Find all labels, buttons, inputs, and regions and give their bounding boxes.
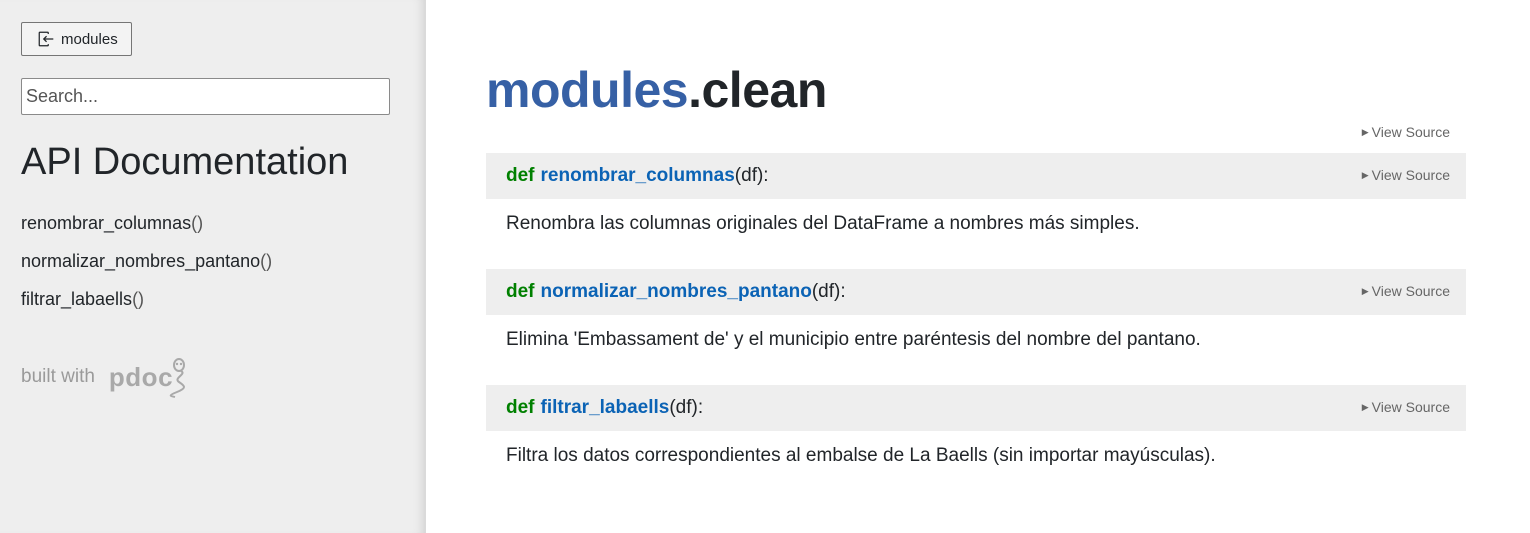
built-with-text: built with — [21, 366, 95, 387]
built-with-pdoc-link[interactable]: built with pdoc — [21, 356, 191, 398]
function-docstring: Filtra los datos correspondientes al emb… — [506, 445, 1216, 466]
caret-right-icon: ▶ — [1361, 285, 1369, 296]
pdoc-logo-text: pdoc — [108, 361, 174, 392]
function-docstring: Elimina 'Embassament de' y el municipio … — [506, 329, 1201, 350]
function-signature: def normalizar_nombres_pantano (df): ▶ V… — [486, 269, 1466, 315]
page-title: modules.clean — [486, 58, 827, 122]
sidebar: modules API Documentation renombrar_colu… — [0, 0, 426, 533]
nav-item-parens: () — [260, 251, 273, 271]
function-args: (df): — [669, 397, 704, 418]
function-docstring: Renombra las columnas originales del Dat… — [506, 213, 1140, 234]
function-signature: def filtrar_labaells (df): ▶ View Source — [486, 385, 1466, 431]
module-prefix[interactable]: modules — [486, 62, 689, 118]
view-source-label: View Source — [1371, 167, 1450, 183]
function-renombrar-columnas: def renombrar_columnas (df): ▶ View Sour… — [486, 153, 1466, 235]
function-name[interactable]: normalizar_nombres_pantano — [541, 281, 812, 303]
nav-item-renombrar-columnas[interactable]: renombrar_columnas() — [21, 210, 272, 248]
function-name[interactable]: renombrar_columnas — [541, 165, 735, 187]
view-source-label: View Source — [1371, 283, 1450, 299]
module-name: clean — [701, 62, 828, 118]
caret-right-icon: ▶ — [1361, 401, 1369, 412]
pdoc-snake-icon — [169, 358, 186, 398]
def-keyword: def — [506, 397, 535, 418]
nav-item-label: renombrar_columnas — [21, 213, 192, 233]
view-source-label: View Source — [1371, 399, 1450, 415]
nav-item-label: filtrar_labaells — [21, 289, 133, 309]
view-source-toggle[interactable]: ▶ View Source — [1362, 283, 1450, 299]
nav-item-parens: () — [132, 289, 145, 309]
def-keyword: def — [506, 165, 535, 186]
nav-item-filtrar-labaells[interactable]: filtrar_labaells() — [21, 286, 272, 324]
function-args: (df): — [811, 281, 846, 302]
module-separator: . — [688, 62, 702, 118]
caret-right-icon: ▶ — [1361, 126, 1369, 137]
search-input[interactable] — [21, 78, 390, 115]
function-signature: def renombrar_columnas (df): ▶ View Sour… — [486, 153, 1466, 199]
function-args: (df): — [734, 165, 769, 186]
back-to-modules-button[interactable]: modules — [21, 22, 132, 56]
function-nav: renombrar_columnas() normalizar_nombres_… — [21, 210, 272, 324]
nav-item-label: normalizar_nombres_pantano — [21, 251, 261, 271]
box-arrow-in-left-icon — [37, 30, 55, 48]
function-normalizar-nombres-pantano: def normalizar_nombres_pantano (df): ▶ V… — [486, 269, 1466, 351]
def-keyword: def — [506, 281, 535, 302]
function-filtrar-labaells: def filtrar_labaells (df): ▶ View Source… — [486, 385, 1466, 467]
view-source-label: View Source — [1371, 124, 1450, 140]
back-button-label: modules — [61, 30, 118, 48]
caret-right-icon: ▶ — [1361, 169, 1369, 180]
view-source-toggle[interactable]: ▶ View Source — [1362, 167, 1450, 183]
function-name[interactable]: filtrar_labaells — [541, 397, 670, 419]
nav-item-normalizar-nombres-pantano[interactable]: normalizar_nombres_pantano() — [21, 248, 272, 286]
module-view-source-toggle[interactable]: ▶ View Source — [1362, 124, 1450, 140]
view-source-toggle[interactable]: ▶ View Source — [1362, 399, 1450, 415]
nav-item-parens: () — [191, 213, 204, 233]
sidebar-heading: API Documentation — [21, 141, 349, 183]
